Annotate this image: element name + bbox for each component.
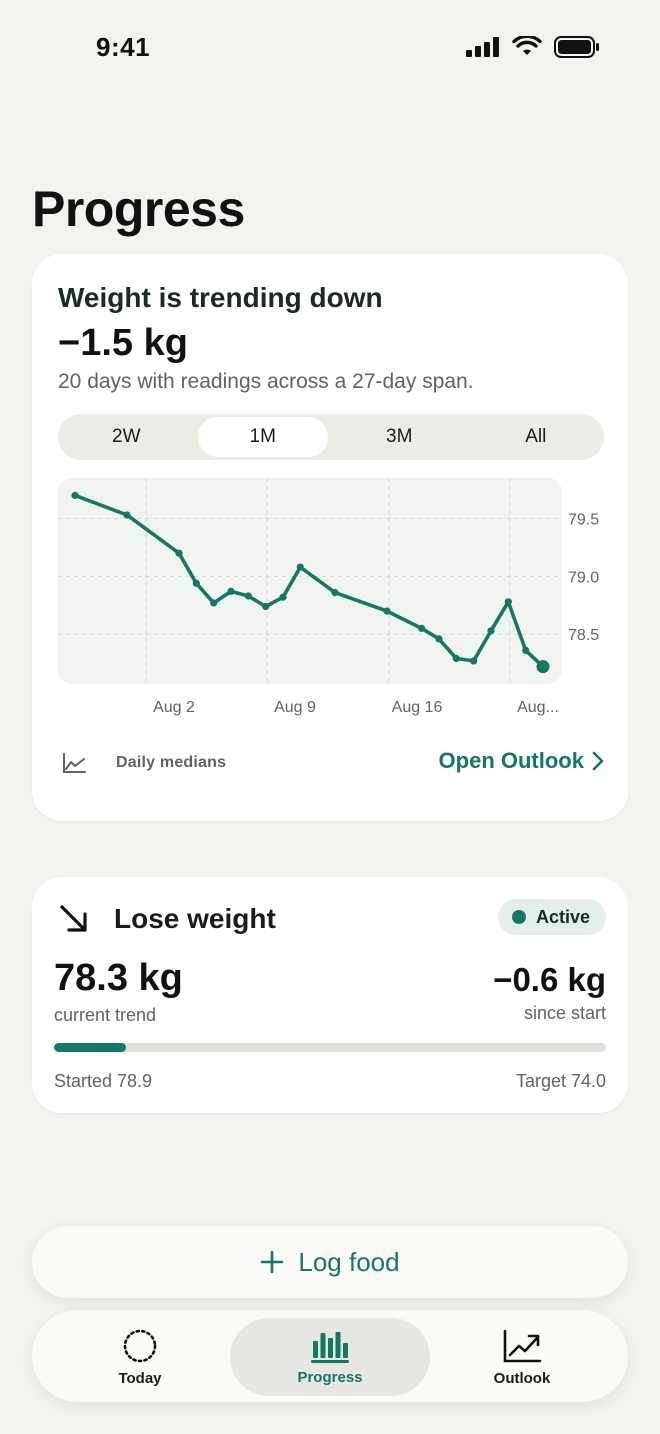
change-since-start-value: −0.6 kg <box>493 961 606 998</box>
weight-data-point <box>262 602 270 611</box>
open-outlook-link[interactable]: Open Outlook <box>439 748 604 774</box>
weight-data-point <box>244 592 252 600</box>
status-badge-label: Active <box>535 906 590 927</box>
status-badge: Active <box>497 899 606 935</box>
weight-data-point <box>227 587 235 595</box>
weight-data-point <box>71 491 79 499</box>
tab-today[interactable]: Today <box>40 1318 240 1396</box>
chart-legend: Daily medians <box>58 748 226 778</box>
weight-data-point <box>452 654 460 663</box>
weight-chart: 79.5 79.0 78.5 Aug 2 Aug 9 Aug 16 Aug... <box>58 478 599 716</box>
x-tick-label: Aug 2 <box>153 699 195 716</box>
status-dot <box>511 910 526 924</box>
weight-data-point <box>296 563 304 571</box>
goal-title: Lose weight <box>114 903 276 934</box>
x-tick-label: Aug 16 <box>392 699 443 716</box>
chevron-right-icon <box>592 751 604 771</box>
weight-data-point <box>279 593 287 601</box>
change-since-start-label: since start <box>523 1003 606 1023</box>
current-trend-value: 78.3 kg <box>54 957 183 999</box>
tab-bar: Today Progress Outlook <box>32 1310 628 1402</box>
arrow-down-right-icon <box>60 905 87 932</box>
weight-delta: −1.5 kg <box>58 322 188 364</box>
range-selector: 2W 1M 3M All <box>58 414 604 460</box>
status-time: 9:41 <box>96 32 151 62</box>
cellular-signal-icon <box>466 37 499 57</box>
range-option-1m[interactable]: 1M <box>197 417 328 457</box>
tab-progress-label: Progress <box>297 1368 363 1386</box>
current-trend-label: current trend <box>54 1005 157 1025</box>
status-bar: 9:41 <box>0 0 660 96</box>
status-icons <box>466 36 600 58</box>
range-option-3m[interactable]: 3M <box>334 417 465 457</box>
goal-start-label: Started 78.9 <box>54 1071 153 1091</box>
weight-data-point <box>383 607 391 615</box>
weight-trend-card: Weight is trending down −1.5 kg 20 days … <box>32 254 628 821</box>
x-tick-label: Aug 9 <box>274 699 316 716</box>
y-tick-label: 79.0 <box>568 569 599 586</box>
goal-target-label: Target 74.0 <box>515 1071 606 1091</box>
chart-plot-background <box>58 478 562 684</box>
weight-data-point <box>435 635 443 643</box>
open-outlook-label: Open Outlook <box>438 748 584 773</box>
tab-outlook[interactable]: Outlook <box>422 1318 622 1396</box>
tab-today-label: Today <box>118 1369 162 1387</box>
weight-data-point <box>192 579 200 587</box>
plus-icon <box>261 1250 284 1274</box>
page-title: Progress <box>32 181 245 237</box>
line-chart-icon <box>63 753 86 773</box>
trend-chart-icon <box>503 1329 542 1362</box>
tab-progress[interactable]: Progress <box>230 1318 430 1396</box>
battery-icon <box>554 36 599 58</box>
weight-data-point <box>331 589 339 597</box>
weight-data-point <box>504 598 512 606</box>
weight-data-point <box>536 660 550 674</box>
wifi-icon <box>512 36 542 55</box>
weight-trend-headline: Weight is trending down <box>58 282 383 313</box>
log-food-button[interactable]: Log food <box>32 1226 628 1298</box>
x-tick-label: Aug... <box>517 699 559 716</box>
dotted-circle-icon <box>123 1329 157 1362</box>
weight-data-point <box>470 657 478 665</box>
y-tick-label: 78.5 <box>568 627 599 644</box>
goal-card[interactable]: Lose weight Active 78.3 kg current trend… <box>32 877 628 1113</box>
weight-data-point <box>418 624 426 632</box>
weight-data-point <box>487 627 495 635</box>
weight-data-point <box>123 511 131 519</box>
weight-trend-subtitle: 20 days with readings across a 27-day sp… <box>58 370 474 393</box>
y-tick-label: 79.5 <box>568 512 599 529</box>
tab-outlook-label: Outlook <box>493 1369 551 1387</box>
range-option-2w[interactable]: 2W <box>61 417 192 457</box>
weight-data-point <box>175 549 183 557</box>
bar-chart-icon <box>311 1331 349 1363</box>
legend-label: Daily medians <box>116 754 227 771</box>
goal-progress-bar <box>54 1043 606 1052</box>
range-option-all[interactable]: All <box>471 417 602 457</box>
log-food-label: Log food <box>298 1246 400 1277</box>
goal-progress-fill <box>54 1043 126 1052</box>
weight-data-point <box>522 646 530 654</box>
weight-data-point <box>210 599 218 607</box>
